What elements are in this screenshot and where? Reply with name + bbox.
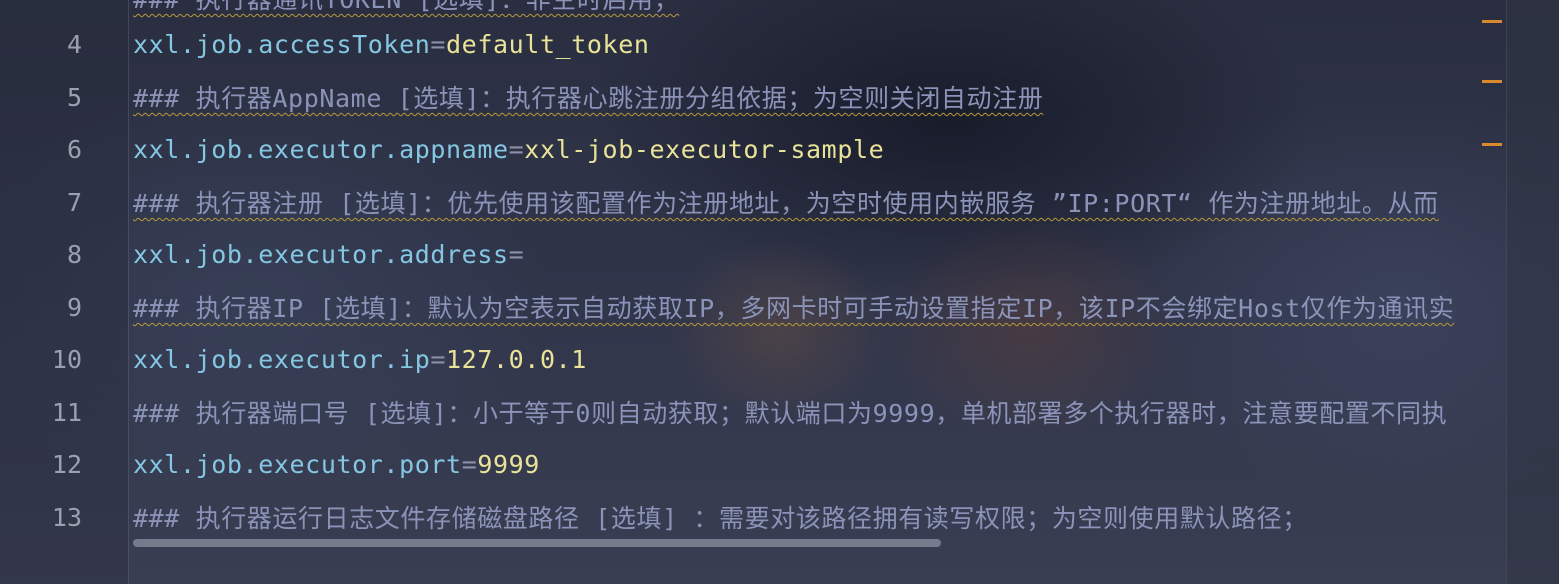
code-line[interactable]: 13 ### 执行器运行日志文件存储磁盘路径 [选填] ：需要对该路径拥有读写权… [0,497,1506,537]
property-value: default_token [446,29,650,59]
code-line[interactable]: 11 ### 执行器端口号 [选填]：小于等于0则自动获取；默认端口为9999，… [0,392,1506,432]
code-line[interactable]: 10 xxl.job.executor.ip=127.0.0.1 [0,339,1506,379]
line-number: 11 [51,397,82,427]
comment-text: ### 执行器AppName [选填]：执行器心跳注册分组依据；为空则关闭自动注… [133,84,1044,113]
code-line[interactable]: 8 xxl.job.executor.address= [0,234,1506,274]
property-value: 9999 [477,449,540,479]
comment-text: ### 执行器通讯TOKEN [选填]：非空时启用； [133,0,679,16]
code-line[interactable]: 4 xxl.job.accessToken=default_token [0,24,1506,64]
comment-text: ### 执行器端口号 [选填]：小于等于0则自动获取；默认端口为9999，单机部… [133,399,1448,428]
line-number: 10 [51,344,82,374]
warning-marker[interactable] [1482,80,1502,83]
warning-marker[interactable] [1482,143,1502,146]
comment-text: ### 执行器IP [选填]：默认为空表示自动获取IP，多网卡时可手动设置指定I… [133,294,1455,323]
property-key: xxl.job.accessToken [133,29,431,59]
code-line[interactable]: 7 ### 执行器注册 [选填]：优先使用该配置作为注册地址，为空时使用内嵌服务… [0,182,1506,222]
property-key: xxl.job.executor.port [133,449,462,479]
property-line: xxl.job.executor.ip=127.0.0.1 [133,345,587,374]
property-line: xxl.job.accessToken=default_token [133,30,650,59]
comment-text: ### 执行器注册 [选填]：优先使用该配置作为注册地址，为空时使用内嵌服务 ”… [133,189,1439,218]
property-line: xxl.job.executor.port=9999 [133,450,540,479]
error-stripe-bar[interactable] [1506,0,1559,584]
line-number: 13 [51,502,82,532]
property-line: xxl.job.executor.address= [133,240,524,269]
line-number: 5 [66,82,82,112]
property-value: 127.0.0.1 [446,344,587,374]
code-line[interactable]: 5 ### 执行器AppName [选填]：执行器心跳注册分组依据；为空则关闭自… [0,77,1506,117]
code-line[interactable]: 6 xxl.job.executor.appname=xxl-job-execu… [0,129,1506,169]
property-value: xxl-job-executor-sample [524,134,885,164]
line-number: 8 [66,239,82,269]
property-line: xxl.job.executor.appname=xxl-job-executo… [133,135,884,164]
equals-sign: = [430,344,447,374]
equals-sign: = [461,449,478,479]
line-number: 4 [66,29,82,59]
warning-marker[interactable] [1482,20,1502,23]
horizontal-scrollbar[interactable] [133,539,941,547]
property-key: xxl.job.executor.appname [133,134,509,164]
property-key: xxl.job.executor.address [133,239,509,269]
code-line[interactable]: 12 xxl.job.executor.port=9999 [0,444,1506,484]
code-line[interactable]: ### 执行器通讯TOKEN [选填]：非空时启用； [0,0,1506,18]
equals-sign: = [508,239,525,269]
property-key: xxl.job.executor.ip [133,344,431,374]
line-number: 12 [51,449,82,479]
equals-sign: = [430,29,447,59]
equals-sign: = [508,134,525,164]
line-number: 9 [66,292,82,322]
line-number: 7 [66,187,82,217]
line-number: 6 [66,134,82,164]
code-editor[interactable]: ### 执行器通讯TOKEN [选填]：非空时启用； 4 xxl.job.acc… [0,0,1559,584]
comment-text: ### 执行器运行日志文件存储磁盘路径 [选填] ：需要对该路径拥有读写权限；为… [133,504,1308,533]
code-line[interactable]: 9 ### 执行器IP [选填]：默认为空表示自动获取IP，多网卡时可手动设置指… [0,287,1506,327]
